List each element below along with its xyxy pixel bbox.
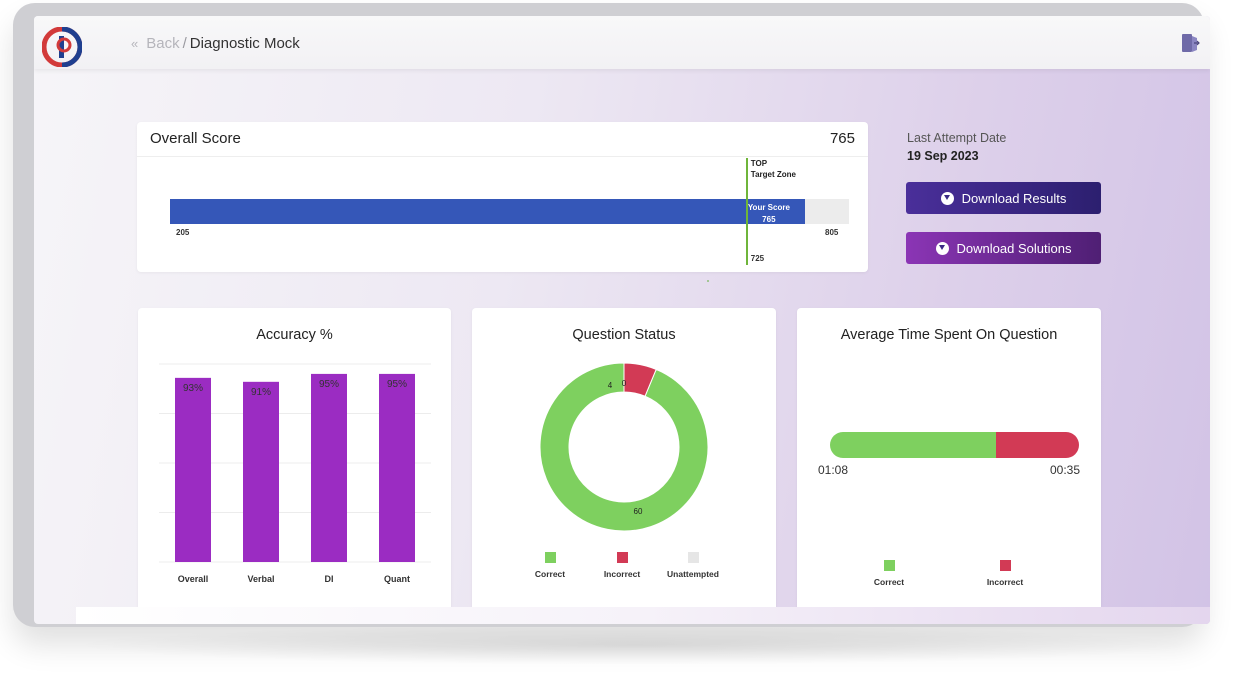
average-time-panel: Average Time Spent On Question 01:08 00:…: [797, 308, 1101, 624]
bar: [379, 373, 415, 562]
download-results-button[interactable]: Download Results: [906, 182, 1101, 214]
x-tick-label: Overall: [178, 574, 209, 584]
average-time-bar: [830, 432, 1079, 458]
breadcrumb-separator: /: [182, 35, 187, 52]
x-tick-label: DI: [325, 574, 334, 584]
time-correct-label: 01:08: [818, 463, 849, 477]
legend-label: Incorrect: [986, 577, 1024, 587]
target-zone-caption: Target Zone: [750, 170, 796, 179]
bar-value-label: 93%: [183, 383, 203, 394]
decorative-dot: [707, 280, 709, 282]
legend-correct: Correct: [524, 552, 576, 579]
legend-label: Incorrect: [603, 569, 641, 579]
top-bar: « Back / Diagnostic Mock: [34, 16, 1210, 69]
last-attempt-label: Last Attempt Date: [907, 131, 1007, 145]
score-max-label: 805: [825, 228, 839, 237]
legend-swatch: [616, 552, 628, 563]
exit-icon[interactable]: [1180, 32, 1200, 54]
chevron-left-icon[interactable]: «: [131, 36, 138, 51]
download-icon: [940, 191, 954, 205]
bar-value-label: 91%: [251, 387, 271, 398]
bar-value-label: 95%: [319, 379, 339, 390]
legend-label: Correct: [873, 577, 905, 587]
download-results-label: Download Results: [961, 190, 1067, 206]
slice-label-incorrect: 4: [608, 381, 613, 390]
bottom-strip: [76, 607, 1210, 624]
average-time-title: Average Time Spent On Question: [840, 327, 1058, 343]
question-status-chart: 60 4 0: [539, 362, 709, 532]
bar-value-label: 95%: [387, 379, 407, 390]
last-attempt-info: Last Attempt Date 19 Sep 2023: [907, 131, 1006, 163]
legend-incorrect: Incorrect: [594, 552, 650, 579]
legend-incorrect: Incorrect: [977, 560, 1033, 587]
overall-score-title: Overall Score: [150, 130, 241, 147]
legend-swatch: [687, 552, 699, 563]
device-shadow: [70, 625, 1200, 665]
slice-label-unattempted: 0: [622, 379, 627, 388]
time-bar-correct: [830, 432, 996, 458]
x-tick-label: Verbal: [247, 574, 274, 584]
legend-swatch: [544, 552, 556, 563]
legend-label: Correct: [534, 569, 566, 579]
legend-label: Unattempted: [667, 569, 719, 579]
back-link[interactable]: Back: [146, 35, 179, 52]
bar: [311, 373, 347, 562]
target-zone-label: TOP Target Zone: [751, 158, 796, 180]
download-solutions-button[interactable]: Download Solutions: [906, 232, 1101, 264]
accuracy-chart: 93% Overall 91% Verbal 95% DI 95% Quant: [159, 363, 431, 584]
legend-correct: Correct: [863, 560, 915, 587]
slice-label-correct: 60: [634, 507, 643, 516]
brand-logo[interactable]: [42, 27, 82, 67]
accuracy-panel: Accuracy % 93% Overall 91% Verbal 95% DI 95% Qu…: [138, 308, 451, 624]
legend-swatch: [883, 560, 895, 571]
time-bar-incorrect: [995, 432, 1079, 458]
legend-unattempted: Unattempted: [658, 552, 728, 579]
overall-score-card: Overall Score 765 Your Score 765 205 805…: [137, 122, 868, 272]
time-incorrect-label: 00:35: [1049, 463, 1080, 477]
download-solutions-label: Download Solutions: [956, 240, 1072, 256]
score-min-label: 205: [176, 228, 190, 237]
x-tick-label: Quant: [384, 574, 410, 584]
bar: [175, 377, 211, 562]
last-attempt-date: 19 Sep 2023: [907, 149, 979, 163]
app-screen: « Back / Diagnostic Mock Overall Score 765 …: [34, 16, 1210, 624]
page-title: Diagnostic Mock: [189, 35, 300, 52]
question-status-panel: Question Status 60 4 0 Correct Incorrect U…: [472, 308, 776, 624]
score-bar-fill: [170, 199, 805, 224]
target-zone-value: 725: [750, 254, 765, 263]
divider: [137, 156, 868, 157]
device-frame: « Back / Diagnostic Mock Overall Score 765 …: [13, 3, 1210, 627]
target-zone-top: TOP: [750, 159, 768, 168]
bar: [243, 381, 279, 562]
overall-score-value: 765: [829, 130, 855, 147]
target-zone-line: [745, 158, 748, 265]
legend-swatch: [999, 560, 1011, 571]
download-icon: [935, 241, 949, 255]
breadcrumb: « Back / Diagnostic Mock: [131, 35, 300, 52]
